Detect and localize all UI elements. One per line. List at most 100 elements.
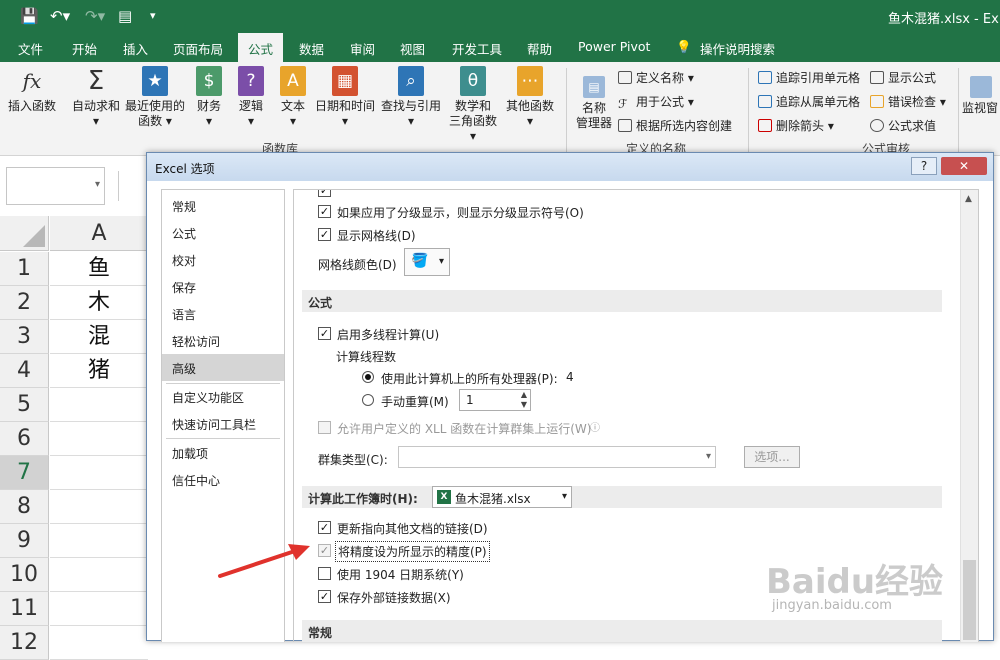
row-header[interactable]: 1 xyxy=(0,252,49,286)
nav-item-customize-ribbon[interactable]: 自定义功能区 xyxy=(162,383,284,410)
checkbox-precision-as-displayed[interactable]: ✓ xyxy=(318,544,331,557)
cell-a1[interactable]: 鱼 xyxy=(50,252,148,286)
cell-a11[interactable] xyxy=(50,592,148,626)
define-name-button[interactable]: 定义名称 ▾ xyxy=(618,69,694,86)
math-trig-button[interactable]: θ 数学和 三角函数 ▾ xyxy=(446,66,500,144)
evaluate-formula-button[interactable]: 公式求值 xyxy=(870,117,936,134)
tab-help[interactable]: 帮助 xyxy=(527,39,552,58)
tab-data[interactable]: 数据 xyxy=(299,39,324,58)
spinner-arrows-icon[interactable]: ▲ ▼ xyxy=(521,390,527,410)
checkbox-multithread[interactable]: ✓ xyxy=(318,327,331,340)
manual-threads-spinner[interactable]: 1 ▲ ▼ xyxy=(459,389,531,411)
cell-a8[interactable] xyxy=(50,490,148,524)
trace-dependents-button[interactable]: 追踪从属单元格 xyxy=(758,93,860,110)
close-button[interactable]: ✕ xyxy=(941,157,987,175)
checkbox-save-external-links[interactable]: ✓ xyxy=(318,590,331,603)
text-button[interactable]: A 文本 ▾ xyxy=(274,66,312,129)
trace-precedents-button[interactable]: 追踪引用单元格 xyxy=(758,69,860,86)
name-box[interactable]: ▾ xyxy=(6,167,105,205)
row-header[interactable]: 12 xyxy=(0,626,49,660)
autosum-button[interactable]: Σ 自动求和 ▾ xyxy=(70,66,122,129)
customize-qat-icon[interactable]: ▾ xyxy=(150,9,156,22)
help-button[interactable]: ? xyxy=(911,157,937,175)
save-icon[interactable]: 💾 xyxy=(20,7,39,25)
checkbox-1904-date[interactable] xyxy=(318,567,331,580)
cell-a10[interactable] xyxy=(50,558,148,592)
financial-button[interactable]: $ 财务 ▾ xyxy=(190,66,228,129)
checkbox-xll-cluster[interactable] xyxy=(318,421,331,434)
datetime-button[interactable]: ▦ 日期和时间 ▾ xyxy=(312,66,378,129)
cell-a9[interactable] xyxy=(50,524,148,558)
nav-item-save[interactable]: 保存 xyxy=(162,273,284,300)
cell-a12[interactable] xyxy=(50,626,148,660)
cell-a7[interactable] xyxy=(50,456,148,490)
use-in-formula-button[interactable]: ℱ 用于公式 ▾ xyxy=(618,93,694,111)
cluster-type-select[interactable]: ▾ xyxy=(398,446,716,468)
radio-all-processors[interactable] xyxy=(362,371,374,383)
logical-button[interactable]: ? 逻辑 ▾ xyxy=(232,66,270,129)
cell-a5[interactable] xyxy=(50,388,148,422)
form-icon[interactable]: ▤ xyxy=(118,7,132,25)
nav-item-proofing[interactable]: 校对 xyxy=(162,246,284,273)
name-manager-button[interactable]: ▤ 名称 管理器 xyxy=(570,76,618,131)
row-header[interactable]: 7 xyxy=(0,456,49,490)
gridline-color-picker[interactable]: 🪣 ▾ xyxy=(404,248,450,276)
tab-developer[interactable]: 开发工具 xyxy=(452,39,502,58)
insert-function-button[interactable]: fx 插入函数 xyxy=(6,66,58,114)
row-header[interactable]: 3 xyxy=(0,320,49,354)
undo-icon[interactable]: ↶▾ xyxy=(50,7,70,25)
nav-item-formulas[interactable]: 公式 xyxy=(162,219,284,246)
nav-item-trust-center[interactable]: 信任中心 xyxy=(162,466,284,493)
recent-functions-button[interactable]: ★ 最近使用的 函数 ▾ xyxy=(124,66,186,129)
cluster-options-button[interactable]: 选项... xyxy=(744,446,800,468)
row-header[interactable]: 8 xyxy=(0,490,49,524)
cell-a3[interactable]: 混 xyxy=(50,320,148,354)
scroll-up-icon[interactable]: ▲ xyxy=(965,194,972,204)
row-header[interactable]: 2 xyxy=(0,286,49,320)
tab-file[interactable]: 文件 xyxy=(18,39,43,58)
radio-manual-threads[interactable] xyxy=(362,394,374,406)
redo-icon[interactable]: ↷▾ xyxy=(85,7,105,25)
tab-insert[interactable]: 插入 xyxy=(123,39,148,58)
nav-item-language[interactable]: 语言 xyxy=(162,300,284,327)
row-header[interactable]: 4 xyxy=(0,354,49,388)
create-from-selection-button[interactable]: 根据所选内容创建 xyxy=(618,117,732,134)
nav-item-advanced[interactable]: 高级 xyxy=(162,354,284,381)
nav-item-accessibility[interactable]: 轻松访问 xyxy=(162,327,284,354)
section-formulas: 公式 xyxy=(302,290,942,312)
tab-formulas[interactable]: 公式 xyxy=(238,33,284,62)
show-formulas-button[interactable]: 显示公式 xyxy=(870,69,936,86)
checkbox-partial[interactable]: ✓ xyxy=(318,190,331,197)
tab-page-layout[interactable]: 页面布局 xyxy=(173,39,223,58)
nav-item-general[interactable]: 常规 xyxy=(162,192,284,219)
tell-me-search[interactable]: 操作说明搜索 xyxy=(700,39,775,58)
cell-a4[interactable]: 猪 xyxy=(50,354,148,388)
error-checking-button[interactable]: 错误检查 ▾ xyxy=(870,93,946,110)
watch-window-button[interactable]: 监视窗 xyxy=(962,76,1000,116)
tab-power-pivot[interactable]: Power Pivot xyxy=(578,39,650,54)
nav-item-quick-access[interactable]: 快速访问工具栏 xyxy=(162,410,284,437)
row-header[interactable]: 11 xyxy=(0,592,49,626)
baidu-watermark: Baidu经验 xyxy=(766,562,944,602)
row-header[interactable]: 9 xyxy=(0,524,49,558)
tab-home[interactable]: 开始 xyxy=(72,39,97,58)
tab-view[interactable]: 视图 xyxy=(400,39,425,58)
select-all-corner[interactable] xyxy=(0,216,49,251)
row-header[interactable]: 5 xyxy=(0,388,49,422)
remove-arrows-button[interactable]: 删除箭头 ▾ xyxy=(758,117,834,134)
row-header[interactable]: 6 xyxy=(0,422,49,456)
checkbox-outline-symbols[interactable]: ✓ xyxy=(318,205,331,218)
checkbox-update-links[interactable]: ✓ xyxy=(318,521,331,534)
cell-a6[interactable] xyxy=(50,422,148,456)
cell-a2[interactable]: 木 xyxy=(50,286,148,320)
nav-item-addins[interactable]: 加载项 xyxy=(162,439,284,466)
more-functions-button[interactable]: ⋯ 其他函数 ▾ xyxy=(502,66,558,129)
scroll-thumb[interactable] xyxy=(963,560,976,640)
tab-review[interactable]: 审阅 xyxy=(350,39,375,58)
row-header[interactable]: 10 xyxy=(0,558,49,592)
column-header-a[interactable]: A xyxy=(50,216,148,251)
checkbox-show-gridlines[interactable]: ✓ xyxy=(318,228,331,241)
lookup-button[interactable]: ⌕ 查找与引用 ▾ xyxy=(378,66,444,129)
content-scrollbar[interactable]: ▲ xyxy=(960,190,978,642)
workbook-select[interactable]: X 鱼木混猪.xlsx ▾ xyxy=(432,486,572,508)
